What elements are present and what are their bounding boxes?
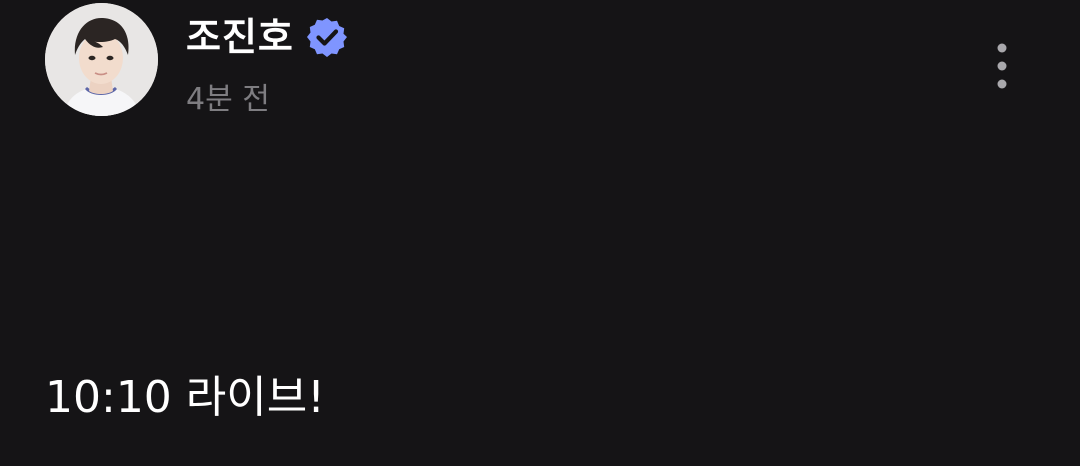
verified-badge-icon bbox=[306, 16, 348, 58]
post-timestamp: 4분 전 bbox=[186, 82, 270, 117]
author-name[interactable]: 조진호 bbox=[186, 12, 294, 62]
post-body: 10:10 라이브! bbox=[45, 372, 325, 423]
author-avatar[interactable] bbox=[45, 3, 158, 116]
post-card: 조진호 4분 전 10:10 라이브! bbox=[0, 0, 1080, 466]
more-vertical-icon bbox=[997, 43, 1007, 89]
avatar-photo bbox=[45, 3, 158, 116]
author-row: 조진호 bbox=[186, 12, 348, 62]
more-options-button[interactable] bbox=[983, 38, 1021, 94]
